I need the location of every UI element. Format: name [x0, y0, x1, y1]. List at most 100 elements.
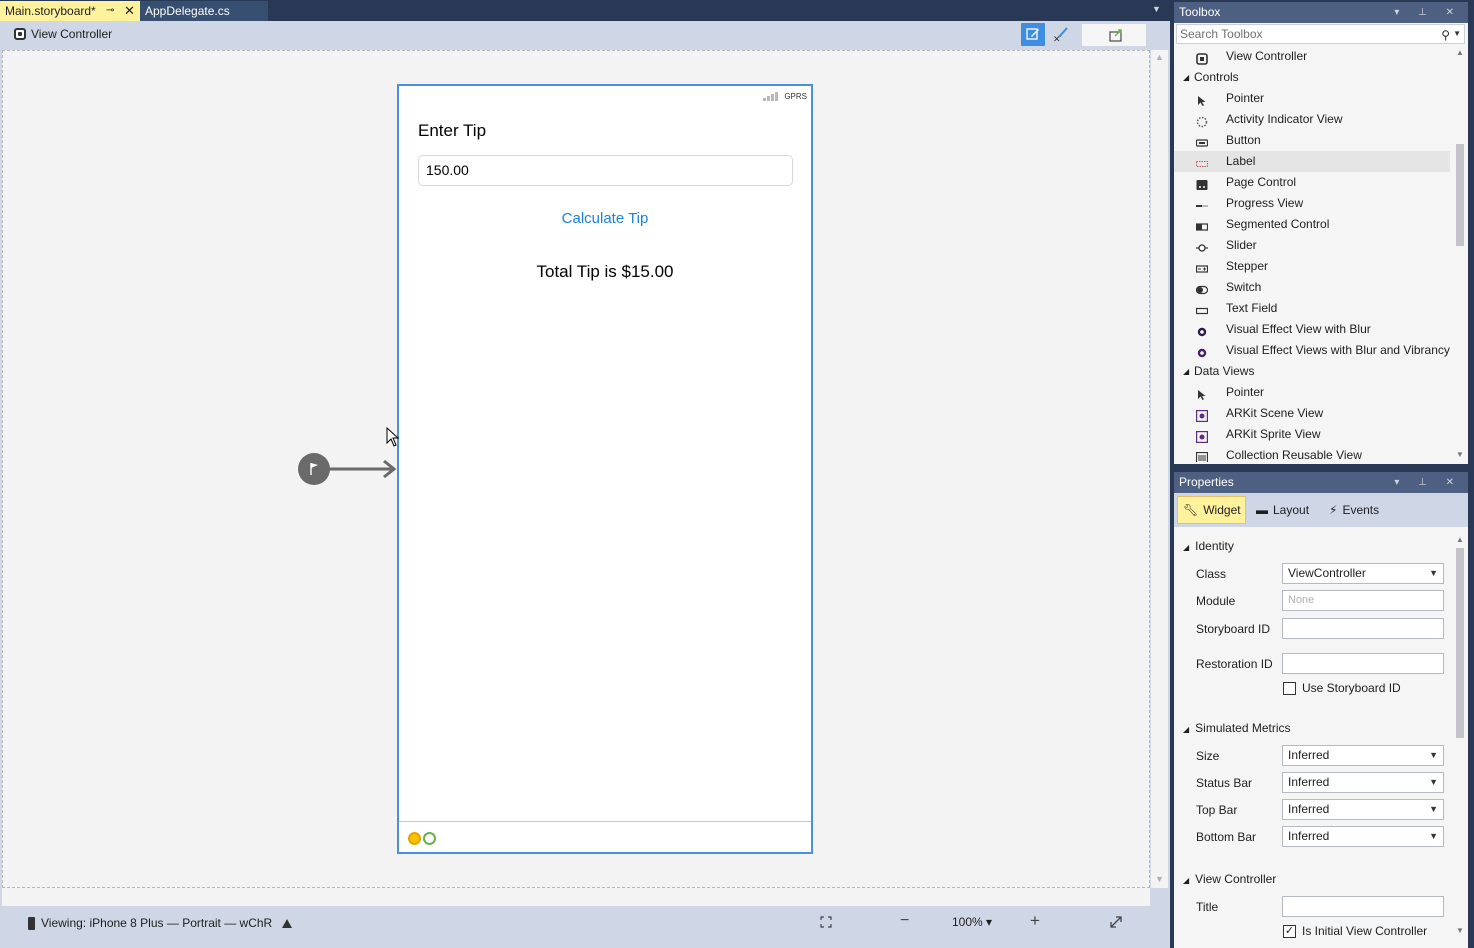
panel-window-controls[interactable]: ▾ ⊥ ✕: [1394, 472, 1462, 493]
scroll-down-icon[interactable]: ▼: [1155, 874, 1164, 884]
properties-scrollbar[interactable]: ▲ ▼: [1452, 533, 1468, 938]
initial-controller-entry-point[interactable]: [298, 453, 330, 485]
toolbox-item-switch[interactable]: Switch: [1174, 277, 1450, 298]
toolbox-item-label[interactable]: Label: [1174, 151, 1450, 172]
edit-mode-button[interactable]: [1021, 23, 1045, 46]
toolbox-group-data-views[interactable]: ◢ Data Views: [1174, 361, 1450, 382]
checkbox-box[interactable]: [1283, 681, 1296, 695]
exit-dock-icon[interactable]: [423, 832, 436, 845]
toolbox-item-visual-effect-views-with-blur-and-vibrancy[interactable]: Visual Effect Views with Blur and Vibran…: [1174, 340, 1450, 361]
toolbox-item-text-field[interactable]: Text Field: [1174, 298, 1450, 319]
toolbox-item-collection-reusable-view[interactable]: Collection Reusable View: [1174, 445, 1450, 462]
view-controller-section-header[interactable]: ◢ View Controller: [1183, 872, 1276, 886]
status-bar-value: Inferred: [1288, 775, 1330, 789]
panel-window-controls[interactable]: ▾ ⊥ ✕: [1394, 2, 1462, 23]
enter-tip-label[interactable]: Enter Tip: [418, 121, 486, 141]
tab-appdelegate[interactable]: AppDelegate.cs: [140, 1, 268, 21]
tab-main-storyboard[interactable]: Main.storyboard* ⊸ ✕: [0, 1, 140, 21]
collapse-triangle-icon: ◢: [1183, 876, 1190, 885]
device-selector[interactable]: Viewing: iPhone 8 Plus — Portrait — wChR: [28, 916, 293, 930]
tab-appdelegate-label: AppDelegate.cs: [145, 4, 230, 18]
properties-title-bar[interactable]: Properties ▾ ⊥ ✕: [1174, 472, 1468, 493]
is-initial-label: Is Initial View Controller: [1302, 924, 1428, 938]
collapse-triangle-icon[interactable]: ◢: [1183, 361, 1189, 382]
scrollbar-thumb[interactable]: [1456, 548, 1464, 738]
tab-layout[interactable]: ▬ Layout: [1256, 496, 1309, 524]
search-options-chevron-icon[interactable]: ▼: [1453, 25, 1461, 43]
constraints-mode-button[interactable]: ✕: [1050, 25, 1070, 45]
pin-icon[interactable]: ⊸: [106, 1, 114, 21]
expand-up-icon[interactable]: [282, 918, 293, 928]
storyboard-id-input[interactable]: [1282, 618, 1444, 639]
toolbox-item-view-controller[interactable]: View Controller: [1174, 46, 1450, 67]
collapse-triangle-icon: ◢: [1183, 725, 1190, 734]
scrollbar-thumb[interactable]: [1456, 144, 1464, 246]
close-icon[interactable]: ✕: [124, 1, 135, 21]
tab-widget[interactable]: 🔧︎ Widget: [1177, 496, 1246, 524]
toolbox-item-arkit-sprite-view[interactable]: ARKit Sprite View: [1174, 424, 1450, 445]
scroll-up-icon[interactable]: ▲: [1456, 48, 1464, 57]
properties-panel: 🔧︎ Widget ▬ Layout ⚡︎ Events ◢ Identity C…: [1174, 493, 1468, 948]
checkbox-box[interactable]: ✓: [1283, 924, 1296, 938]
toolbox-item-segmented-control[interactable]: Segmented Control: [1174, 214, 1450, 235]
toolbox-row-label: Progress View: [1226, 196, 1304, 210]
scene-dock: [399, 821, 811, 852]
toolbox-row-label: ARKit Sprite View: [1226, 427, 1321, 441]
viewing-label: Viewing: iPhone 8 Plus — Portrait — wChR: [41, 916, 273, 930]
class-dropdown[interactable]: ViewController ▼: [1282, 563, 1444, 584]
scroll-up-icon[interactable]: ▲: [1155, 52, 1164, 62]
expand-icon[interactable]: [1109, 915, 1123, 929]
status-bar-label: Status Bar: [1196, 776, 1253, 790]
restoration-id-input[interactable]: [1282, 653, 1444, 674]
toolbox-item-stepper[interactable]: Stepper: [1174, 256, 1450, 277]
toolbox-scrollbar[interactable]: ▲ ▼: [1452, 46, 1468, 462]
scroll-down-icon[interactable]: ▼: [1456, 926, 1464, 935]
iphone-scene[interactable]: GPRS Enter Tip 150.00 Calculate Tip Tota…: [397, 84, 813, 854]
total-tip-label[interactable]: Total Tip is $15.00: [399, 262, 811, 282]
zoom-to-fit-icon[interactable]: [820, 916, 832, 928]
toolbox-title-bar[interactable]: Toolbox ▾ ⊥ ✕: [1174, 2, 1468, 23]
collapse-triangle-icon[interactable]: ◢: [1183, 67, 1189, 88]
top-bar-dropdown[interactable]: Inferred ▼: [1282, 799, 1444, 820]
identity-section-header[interactable]: ◢ Identity: [1183, 539, 1234, 553]
breadcrumb[interactable]: View Controller: [14, 27, 112, 41]
toolbox-item-slider[interactable]: Slider: [1174, 235, 1450, 256]
chevron-down-icon: ▼: [1429, 831, 1438, 841]
view-controller-dock-icon[interactable]: [408, 832, 421, 845]
title-label: Title: [1196, 900, 1219, 914]
toolbox-row-label: Data Views: [1194, 364, 1255, 378]
module-input[interactable]: None: [1282, 590, 1444, 611]
toolbox-search-input[interactable]: Search Toolbox ⚲ ▼: [1176, 24, 1465, 44]
status-bar-dropdown[interactable]: Inferred ▼: [1282, 772, 1444, 793]
is-initial-view-controller-checkbox[interactable]: ✓ Is Initial View Controller: [1283, 924, 1427, 938]
zoom-out-button[interactable]: −: [900, 912, 909, 930]
zoom-in-button[interactable]: +: [1030, 911, 1040, 931]
tab-events[interactable]: ⚡︎ Events: [1329, 496, 1379, 524]
toolbox-item-pointer[interactable]: Pointer: [1174, 88, 1450, 109]
toolbox-item-button[interactable]: Button: [1174, 130, 1450, 151]
use-storyboard-id-checkbox[interactable]: Use Storyboard ID: [1283, 681, 1401, 695]
toolbox-item-page-control[interactable]: Page Control: [1174, 172, 1450, 193]
title-input[interactable]: [1282, 896, 1444, 917]
zoom-level-dropdown[interactable]: 100% ▾: [952, 915, 992, 929]
toolbox-item-pointer[interactable]: Pointer: [1174, 382, 1450, 403]
scroll-down-icon[interactable]: ▼: [1456, 450, 1464, 459]
export-button[interactable]: [1082, 24, 1146, 46]
toolbox-item-arkit-scene-view[interactable]: ARKit Scene View: [1174, 403, 1450, 424]
toolbox-item-visual-effect-view-with-blur[interactable]: Visual Effect View with Blur: [1174, 319, 1450, 340]
toolbox-group-controls[interactable]: ◢ Controls: [1174, 67, 1450, 88]
simulated-metrics-section-header[interactable]: ◢ Simulated Metrics: [1183, 721, 1291, 735]
size-dropdown[interactable]: Inferred ▼: [1282, 745, 1444, 766]
design-surface-horizontal-scrollbar[interactable]: [2, 888, 1150, 906]
toolbox-item-progress-view[interactable]: Progress View: [1174, 193, 1450, 214]
tab-list-dropdown-icon[interactable]: ▼: [1152, 4, 1161, 14]
lightning-icon: ⚡︎: [1329, 503, 1338, 517]
toolbox-item-activity-indicator-view[interactable]: Activity Indicator View: [1174, 109, 1450, 130]
bottom-bar-dropdown[interactable]: Inferred ▼: [1282, 826, 1444, 847]
search-icon[interactable]: ⚲: [1441, 26, 1450, 44]
scroll-up-icon[interactable]: ▲: [1456, 535, 1464, 544]
toolbox-row-label: Pointer: [1226, 91, 1265, 105]
tip-amount-text-field[interactable]: 150.00: [418, 155, 793, 186]
design-surface-vertical-scrollbar[interactable]: ▲ ▼: [1151, 50, 1168, 888]
calculate-tip-button[interactable]: Calculate Tip: [399, 210, 811, 227]
